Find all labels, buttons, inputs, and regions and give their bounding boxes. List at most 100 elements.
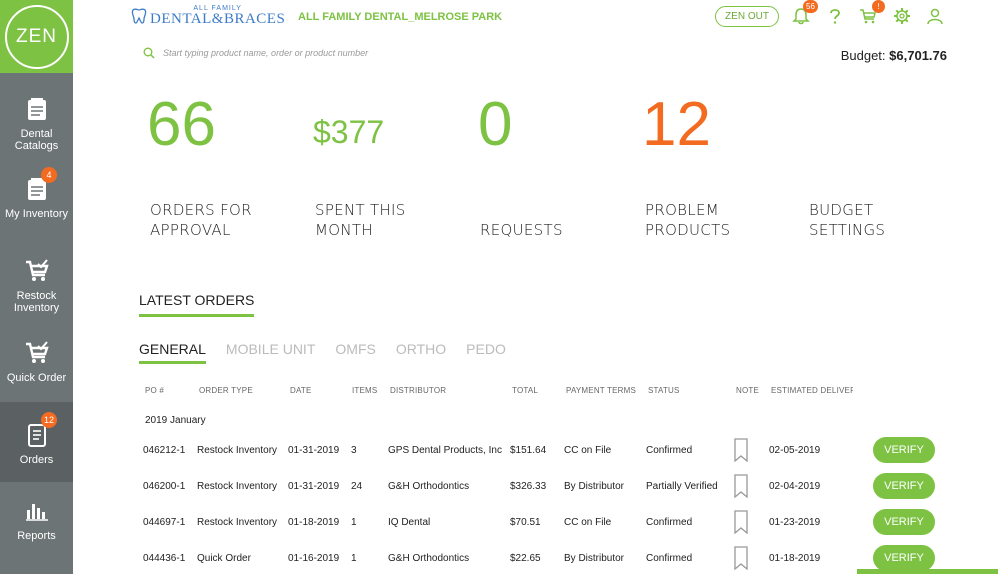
items-count: 24 [351,481,363,492]
estimated-delivery: 01-18-2019 [769,553,821,564]
column-header-distributor[interactable]: DISTRIBUTOR [390,386,446,395]
stat-problem-products-label[interactable]: PROBLEM PRODUCTS [645,200,745,240]
search-input[interactable] [163,48,463,58]
notifications-badge: 56 [803,0,818,13]
payment-terms: CC on File [564,517,612,528]
column-header-date[interactable]: DATE [290,386,312,395]
sidebar-item-quick-order[interactable]: Quick Order [0,340,73,390]
payment-terms: CC on File [564,445,612,456]
order-status: Partially Verified [646,481,718,492]
po-number[interactable]: 044697-1 [143,517,185,528]
scrollbar-thumb[interactable] [857,569,998,574]
tab-ortho[interactable]: ORTHO [396,341,446,364]
estimated-delivery: 01-23-2019 [769,517,821,528]
gear-icon[interactable] [893,7,911,25]
sidebar-item-label: Restock Inventory [13,290,60,314]
items-count: 1 [351,517,357,528]
payment-terms: By Distributor [564,553,625,564]
zen-logo[interactable]: ZEN [0,0,73,73]
brand-logo[interactable]: ALL FAMILY DENTAL&BRACES [130,5,285,27]
distributor: G&H Orthodontics [388,553,470,564]
column-header-status[interactable]: STATUS [648,386,680,395]
estimated-delivery: 02-05-2019 [769,445,821,456]
estimated-delivery: 02-04-2019 [769,481,821,492]
verify-button[interactable]: VERIFY [873,545,935,571]
po-number[interactable]: 046212-1 [143,445,185,456]
orders-badge: 12 [41,412,57,428]
latest-orders-title: LATEST ORDERS [139,292,255,317]
stat-spent-this-month-value[interactable]: $377 [313,104,384,160]
verify-button[interactable]: VERIFY [873,509,935,535]
reports-icon [25,504,48,521]
column-header-payment-terms[interactable]: PAYMENT TERMS [566,386,636,395]
sidebar-item-dental-catalogs[interactable]: Dental Catalogs [0,96,73,156]
stat-requests-value[interactable]: 0 [478,88,512,162]
stat-requests-label[interactable]: REQUESTS [480,220,580,240]
app-root: ZEN Dental Catalogs My Inventory 4 Resto… [0,0,1000,574]
po-number[interactable]: 046200-1 [143,481,185,492]
items-count: 3 [351,445,357,456]
column-header-total[interactable]: TOTAL [512,386,538,395]
quick-order-cart-icon [25,341,49,363]
sidebar-item-label: Dental Catalogs [14,128,59,152]
note-icon[interactable] [734,438,748,462]
search-bar [143,47,463,59]
cart-badge: ! [872,0,885,13]
budget-label: Budget: [840,48,886,63]
column-header-po[interactable]: PO # [145,386,164,395]
order-total: $326.33 [510,481,547,492]
inventory-badge: 4 [41,167,57,183]
search-icon [143,47,155,59]
tab-pedo[interactable]: PEDO [466,341,506,364]
note-icon[interactable] [734,546,748,570]
sidebar-item-orders[interactable]: Orders 12 [0,402,73,482]
verify-button[interactable]: VERIFY [873,437,935,463]
stat-spent-this-month-label[interactable]: SPENT THIS MONTH [315,200,415,240]
tab-omfs[interactable]: OMFS [335,341,375,364]
note-icon[interactable] [734,474,748,498]
order-type: Restock Inventory [197,517,278,528]
order-date: 01-31-2019 [288,445,340,456]
stat-orders-for-approval-value[interactable]: 66 [147,88,216,162]
tab-general[interactable]: GENERAL [139,341,206,364]
column-header-order-type[interactable]: ORDER TYPE [199,386,253,395]
distributor: G&H Orthodontics [388,481,470,492]
order-status: Confirmed [646,517,693,528]
clinic-name[interactable]: ALL FAMILY DENTAL_MELROSE PARK [298,11,502,23]
order-date: 01-18-2019 [288,517,340,528]
month-group-label: 2019 January [145,415,206,426]
zen-out-button[interactable]: ZEN OUT [715,6,779,27]
zen-logo-text: ZEN [4,4,69,69]
order-type: Restock Inventory [197,445,278,456]
order-type: Quick Order [197,553,251,564]
order-total: $22.65 [510,553,541,564]
sidebar-item-restock-inventory[interactable]: Restock Inventory [0,258,73,318]
tooth-icon [131,8,147,24]
order-status: Confirmed [646,553,693,564]
order-status: Confirmed [646,445,693,456]
distributor: IQ Dental [388,517,431,528]
restock-cart-icon [25,259,49,281]
sidebar-item-my-inventory[interactable]: My Inventory 4 [0,167,73,226]
order-tabs: GENERAL MOBILE UNIT OMFS ORTHO PEDO [139,341,526,364]
note-icon[interactable] [734,510,748,534]
stat-budget-settings-label[interactable]: BUDGET SETTINGS [809,200,909,240]
stat-orders-for-approval-label[interactable]: ORDERS FOR APPROVAL [150,200,270,240]
budget-display: Budget: $6,701.76 [841,48,947,63]
brand-big-text: DENTAL&BRACES [150,11,286,27]
verify-button[interactable]: VERIFY [873,473,935,499]
order-type: Restock Inventory [197,481,278,492]
payment-terms: By Distributor [564,481,625,492]
column-header-items[interactable]: ITEMS [352,386,377,395]
sidebar-item-label: Quick Order [6,372,67,384]
budget-value: $6,701.76 [889,48,947,63]
column-header-note[interactable]: NOTE [736,386,759,395]
tab-mobile-unit[interactable]: MOBILE UNIT [226,341,315,364]
column-header-estimated-delivery[interactable]: ESTIMATED DELIVERY [771,386,853,395]
help-icon[interactable] [826,7,844,25]
stat-problem-products-value[interactable]: 12 [642,88,711,162]
user-icon[interactable] [926,7,944,25]
sidebar-item-reports[interactable]: Reports [0,498,73,548]
po-number[interactable]: 044436-1 [143,553,185,564]
order-total: $151.64 [510,445,547,456]
